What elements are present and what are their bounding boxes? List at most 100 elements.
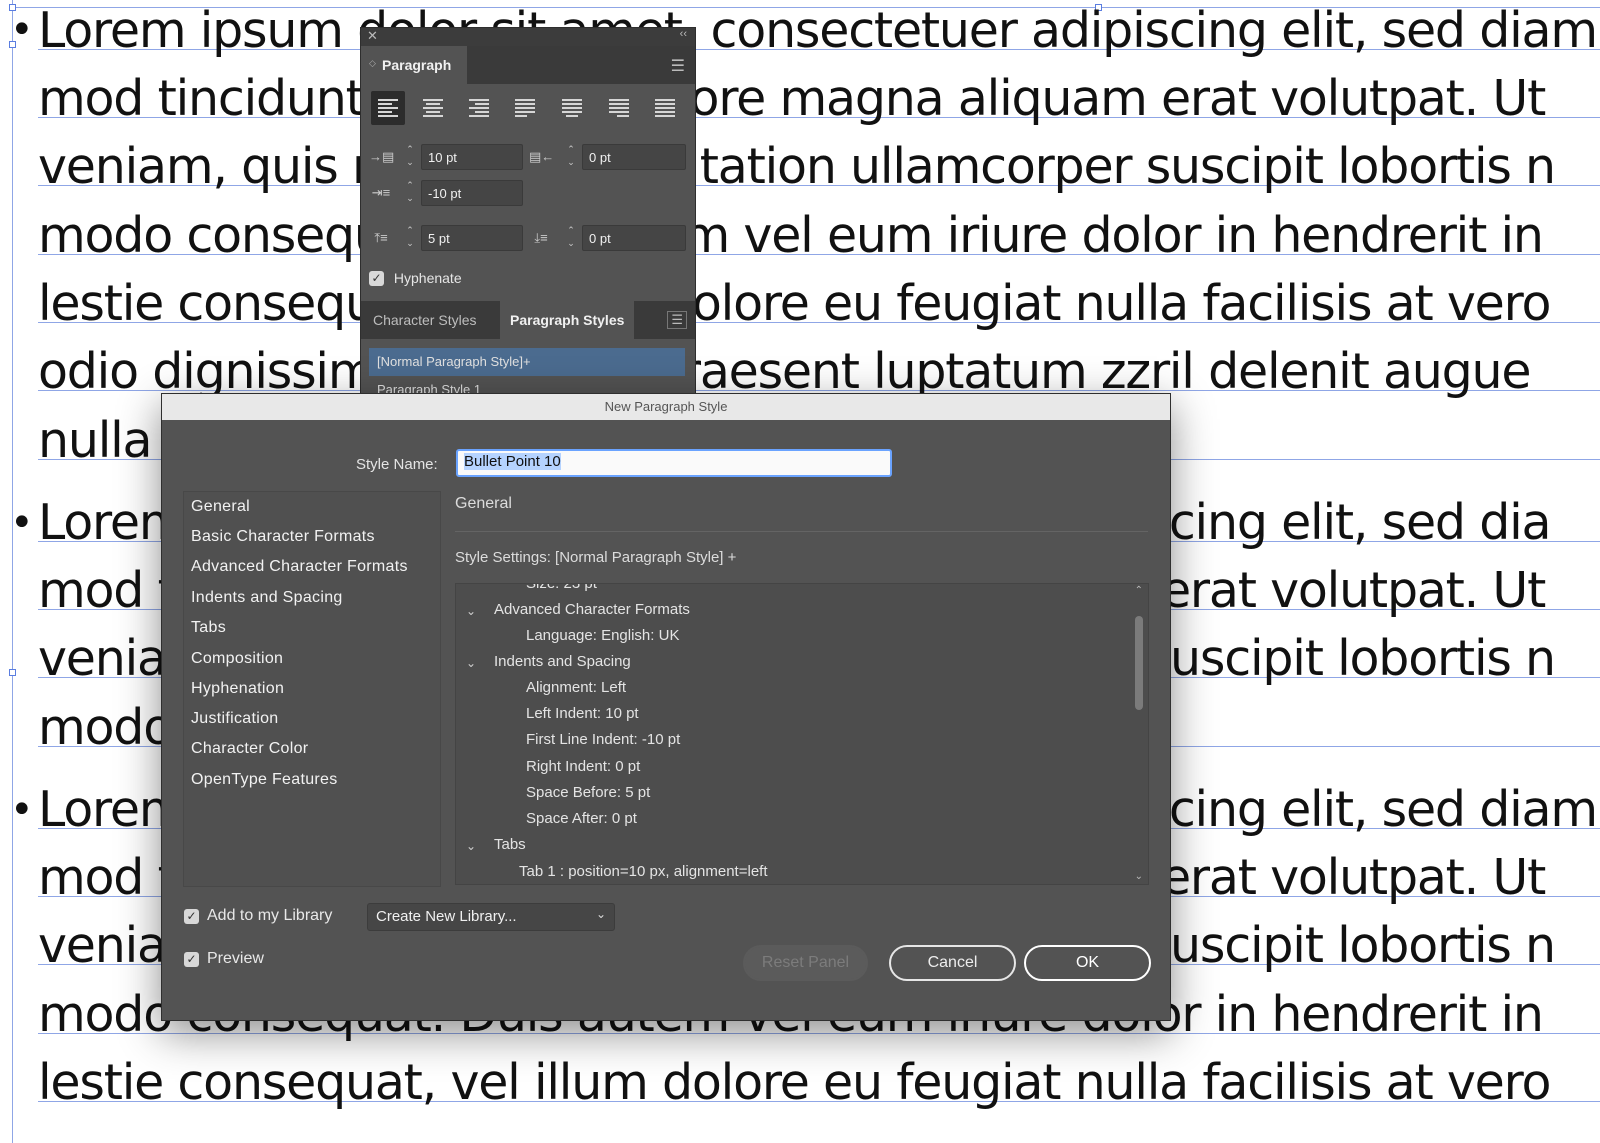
- library-select[interactable]: Create New Library... ⌄: [367, 903, 615, 931]
- dialog-title: New Paragraph Style: [162, 394, 1170, 420]
- hyphenate-checkbox-row[interactable]: ✓ Hyphenate: [369, 269, 462, 289]
- add-to-library-row[interactable]: ✓ Add to my Library: [184, 907, 332, 925]
- spacing-row: ⤒≡ ⌃ ⌄ 5 pt ⤓≡ ⌃ ⌄ 0 pt: [369, 224, 689, 252]
- first-line-indent-icon: ⇥≡: [371, 185, 391, 200]
- right-indent-stepper[interactable]: ⌃ ⌄: [562, 143, 580, 171]
- category-character-color[interactable]: Character Color: [191, 740, 308, 758]
- first-line-indent-input[interactable]: -10 pt: [421, 180, 523, 206]
- space-after-stepper[interactable]: ⌃ ⌄: [562, 224, 580, 252]
- style-name-label: Style Name:: [356, 456, 438, 473]
- preview-checkbox[interactable]: ✓: [184, 951, 199, 967]
- tab-paragraph-styles[interactable]: Paragraph Styles: [500, 301, 634, 339]
- category-tabs[interactable]: Tabs: [191, 619, 226, 637]
- bullet-glyph: •: [10, 787, 34, 833]
- justify-all-button[interactable]: [648, 91, 682, 125]
- setting-size: Size: 23 pt: [526, 583, 597, 592]
- document-text-line[interactable]: veniam, quis nostrud exerci tation ullam…: [38, 142, 1556, 191]
- bullet-glyph: •: [10, 500, 34, 546]
- preview-label: Preview: [207, 950, 264, 967]
- style-list-item-selected[interactable]: [Normal Paragraph Style]+: [369, 348, 685, 376]
- close-icon[interactable]: ✕: [367, 28, 378, 44]
- panel-options-icon[interactable]: ◇: [369, 58, 376, 69]
- category-basic-character-formats[interactable]: Basic Character Formats: [191, 528, 375, 546]
- setting-space-after: Space After: 0 pt: [526, 810, 637, 827]
- tab-paragraph-label: Paragraph: [382, 57, 452, 73]
- hamburger-menu-icon[interactable]: ☰: [667, 311, 687, 329]
- document-text-line[interactable]: lestie consequat, vel illum dolore eu fe…: [38, 279, 1551, 328]
- align-center-button[interactable]: [416, 91, 450, 125]
- hyphenate-checkbox[interactable]: ✓: [369, 270, 384, 286]
- add-to-library-checkbox[interactable]: ✓: [184, 908, 199, 924]
- setting-alignment: Alignment: Left: [526, 679, 627, 696]
- setting-tab-1: Tab 1 : position=10 px, alignment=left: [519, 863, 768, 880]
- tab-paragraph[interactable]: ◇ Paragraph: [361, 46, 467, 84]
- category-indents-and-spacing[interactable]: Indents and Spacing: [191, 589, 343, 607]
- align-left-button[interactable]: [371, 91, 405, 125]
- tab-character-styles[interactable]: Character Styles: [373, 301, 501, 339]
- reset-panel-button[interactable]: Reset Panel: [743, 945, 868, 981]
- chevron-down-icon[interactable]: ⌄: [466, 839, 476, 853]
- category-general[interactable]: General: [191, 498, 250, 516]
- bullet-glyph: •: [10, 7, 34, 53]
- right-indent-input[interactable]: 0 pt: [582, 144, 686, 170]
- left-indent-stepper[interactable]: ⌃ ⌄: [401, 143, 419, 171]
- frame-handle-middle-left[interactable]: [9, 669, 16, 676]
- document-text-line[interactable]: Lorem ipsum dolor sit amet, consectetuer…: [38, 6, 1598, 55]
- settings-scrollbar[interactable]: ⌃ ⌄: [1132, 584, 1146, 884]
- category-justification[interactable]: Justification: [191, 710, 279, 728]
- justify-center-button[interactable]: [555, 91, 589, 125]
- space-before-stepper[interactable]: ⌃ ⌄: [401, 224, 419, 252]
- justify-left-button[interactable]: [508, 91, 542, 125]
- first-line-indent-row: ⇥≡ ⌃ ⌄ -10 pt: [369, 179, 689, 207]
- setting-group-indents-and-spacing[interactable]: Indents and Spacing: [494, 653, 631, 670]
- space-after-input[interactable]: 0 pt: [582, 225, 686, 251]
- double-chevron-icon[interactable]: ‹‹: [680, 28, 687, 40]
- library-select-value: Create New Library...: [376, 908, 517, 925]
- document-text-line[interactable]: lestie consequat, vel illum dolore eu fe…: [38, 1058, 1551, 1107]
- hyphenate-label: Hyphenate: [393, 270, 462, 287]
- cancel-button[interactable]: Cancel: [889, 945, 1016, 981]
- preview-row[interactable]: ✓ Preview: [184, 950, 264, 968]
- first-line-indent-stepper[interactable]: ⌃ ⌄: [401, 179, 419, 207]
- setting-space-before: Space Before: 5 pt: [526, 784, 651, 801]
- style-settings-list[interactable]: Size: 23 pt ⌄ Advanced Character Formats…: [455, 583, 1149, 885]
- chevron-down-icon[interactable]: ⌄: [466, 656, 476, 670]
- category-list: General Basic Character Formats Advanced…: [183, 491, 441, 887]
- category-composition[interactable]: Composition: [191, 650, 283, 668]
- scroll-up-icon[interactable]: ⌃: [1135, 585, 1143, 596]
- right-indent-icon: ▤←: [529, 149, 555, 164]
- space-before-input[interactable]: 5 pt: [421, 225, 523, 251]
- hamburger-menu-icon[interactable]: ☰: [671, 56, 685, 76]
- setting-right-indent: Right Indent: 0 pt: [526, 758, 641, 775]
- paragraph-panel: ✕ ‹‹ ◇ Paragraph ☰ →▤ ⌃ ⌄ 10 pt ▤← ⌃ ⌄ 0…: [360, 27, 696, 397]
- scroll-down-icon[interactable]: ⌄: [1135, 871, 1143, 882]
- setting-language: Language: English: UK: [526, 627, 680, 644]
- setting-group-advanced-character-formats[interactable]: Advanced Character Formats: [494, 601, 690, 618]
- category-opentype-features[interactable]: OpenType Features: [191, 771, 338, 789]
- document-text-line[interactable]: nulla: [38, 416, 153, 465]
- left-indent-input[interactable]: 10 pt: [421, 144, 523, 170]
- styles-tab-row: Character Styles Paragraph Styles ☰: [361, 301, 695, 339]
- justify-right-button[interactable]: [602, 91, 636, 125]
- style-name-value: Bullet Point 10: [464, 453, 561, 470]
- left-indent-icon: →▤: [369, 149, 395, 164]
- add-to-library-label: Add to my Library: [207, 907, 333, 924]
- panel-tab-row: ◇ Paragraph ☰: [361, 46, 695, 84]
- category-hyphenation[interactable]: Hyphenation: [191, 680, 284, 698]
- align-right-button[interactable]: [462, 91, 496, 125]
- panel-top-bar[interactable]: ✕ ‹‹: [361, 28, 695, 46]
- scroll-thumb[interactable]: [1135, 616, 1143, 710]
- document-text-line[interactable]: mod tincidunt ut laoreet dolore magna al…: [38, 74, 1546, 123]
- style-name-input[interactable]: Bullet Point 10: [456, 449, 892, 477]
- ok-button[interactable]: OK: [1024, 945, 1151, 981]
- new-paragraph-style-dialog: New Paragraph Style Style Name: Bullet P…: [161, 393, 1171, 1021]
- document-text-line[interactable]: odio dignissim qui blandit praesent lupt…: [38, 347, 1532, 396]
- text-frame-left-edge: [12, 0, 13, 1143]
- chevron-down-icon[interactable]: ⌄: [466, 604, 476, 618]
- setting-group-tabs[interactable]: Tabs: [494, 836, 526, 853]
- section-divider: [455, 531, 1148, 532]
- document-text-line[interactable]: modo: [38, 703, 173, 752]
- document-text-line[interactable]: modo consequat. Duis autem vel eum iriur…: [38, 211, 1544, 260]
- chevron-down-icon: ⌄: [595, 907, 606, 921]
- category-advanced-character-formats[interactable]: Advanced Character Formats: [191, 558, 408, 576]
